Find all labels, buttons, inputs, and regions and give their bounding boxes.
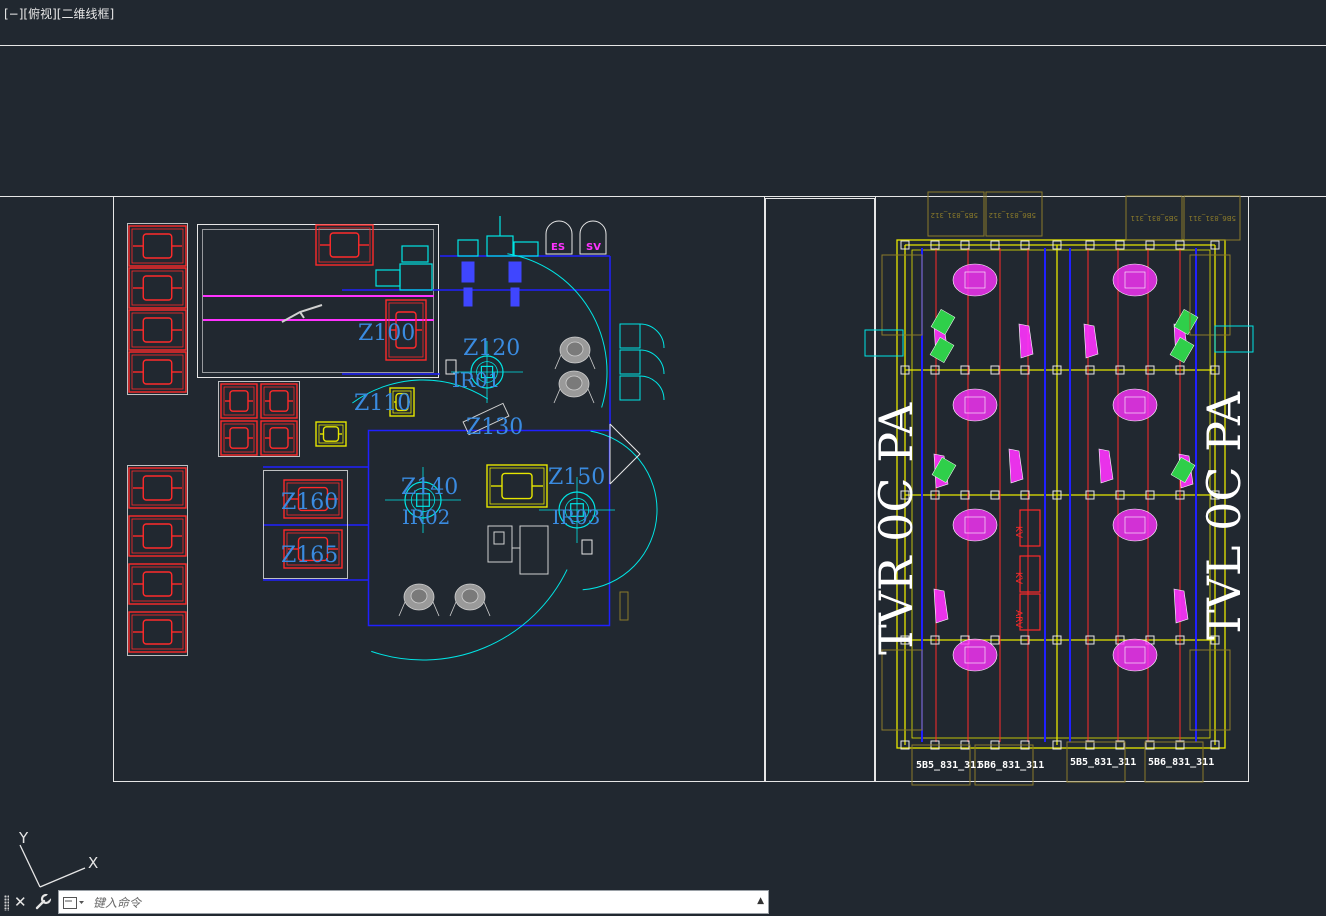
station-top-label: 5B5_831_311	[1131, 214, 1178, 222]
station-top-label: 5B6_831_312	[989, 211, 1036, 219]
side-tag-label: KV	[1013, 526, 1023, 539]
fixture-icon	[128, 225, 187, 267]
command-input-box[interactable]: ▲	[58, 890, 769, 914]
drawing-canvas[interactable]: ES SV Z100 Z110 Z120 Z130 Z140 Z150 Z160 Z165 IR01…	[0, 0, 1326, 916]
sensor-icon	[581, 539, 593, 555]
operator-icon	[553, 370, 595, 404]
safety-label-sv: SV	[586, 242, 601, 253]
command-line-bar: ✕ ▲	[0, 889, 770, 916]
conveyor-lines	[263, 255, 611, 627]
fixture-icon	[128, 515, 187, 557]
zone-label-z160: Z160	[281, 490, 338, 515]
station-id-label: 5B6_831_311	[978, 760, 1044, 771]
zone-label-z120: Z120	[463, 336, 520, 361]
servo-drive-icon	[461, 261, 475, 307]
middle-frame	[765, 198, 875, 782]
zone-label-z110: Z110	[354, 391, 411, 416]
fixture-rack	[127, 223, 188, 395]
welding-station-layout: KV KV ARV 5B5_831_312 5B6_831_312 5B5_831_311…	[864, 191, 1254, 786]
station-id-label: 5B5_831_311	[916, 760, 982, 771]
side-cabinets	[864, 325, 1254, 357]
zone-label-z100: Z100	[358, 321, 415, 346]
ucs-y-label: Y	[18, 829, 29, 847]
command-prompt-icon[interactable]	[63, 897, 85, 909]
operator-icon	[398, 583, 440, 617]
fixture-icon	[128, 467, 187, 509]
side-tag-label: KV	[1013, 572, 1023, 585]
fixture-icon	[260, 420, 298, 456]
zone-label-z140: Z140	[401, 475, 458, 500]
grip-handle-icon[interactable]	[4, 895, 9, 911]
station-top-label: 5B5_831_312	[931, 211, 978, 219]
fixture-icon	[486, 464, 548, 508]
fixture-icon	[315, 224, 374, 266]
zone-label-z130: Z130	[466, 415, 523, 440]
fixture-icon	[260, 383, 298, 419]
safety-label-es: ES	[551, 242, 565, 253]
station-id-label: 5B6_831_311	[1148, 757, 1214, 768]
robot-tag-ir02: IR02	[402, 505, 450, 529]
zone-label-z165: Z165	[281, 543, 338, 568]
side-label-tvr: TVR 0C PA	[869, 402, 923, 655]
side-tag-label: ARV	[1013, 610, 1023, 629]
fixture-icon	[128, 309, 187, 351]
control-cabinets	[619, 323, 665, 401]
fixture-icon	[315, 421, 347, 447]
robot-tag-ir03: IR03	[552, 505, 600, 529]
robot-cell-layout: ES SV Z100 Z110 Z120 Z130 Z140 Z150 Z160 Z165 IR01…	[127, 216, 665, 661]
station-top-label: 5B6_831_311	[1189, 214, 1236, 222]
fixture-icon	[128, 267, 187, 309]
operator-icon	[554, 336, 596, 370]
fixture-icon	[128, 351, 187, 393]
enclosure-inner	[202, 229, 434, 373]
robot-reach-arc	[371, 569, 568, 661]
ucs-x-label: X	[88, 854, 98, 872]
command-input[interactable]	[91, 893, 735, 913]
welding-gun-stand	[487, 525, 549, 575]
fixture-icon	[128, 611, 187, 653]
fixture-icon	[220, 420, 258, 456]
side-label-tvl: TVL 0C PA	[1197, 391, 1251, 640]
operator-icon	[449, 583, 491, 617]
zone-label-z150: Z150	[548, 465, 605, 490]
ucs-icon: Y X	[18, 829, 98, 888]
robot-tag-ir01: IR01	[452, 368, 500, 392]
wrench-icon[interactable]	[34, 893, 52, 911]
robot-reach-arc	[507, 253, 608, 408]
marker-icon	[619, 591, 629, 621]
fixture-icon	[220, 383, 258, 419]
fixture-icon	[128, 563, 187, 605]
fixture-rack	[127, 465, 188, 656]
clamp-fixtures	[933, 263, 1194, 672]
station-frame	[875, 196, 1249, 782]
station-id-label: 5B5_831_311	[1070, 757, 1136, 768]
close-icon[interactable]: ✕	[14, 893, 27, 911]
history-up-icon[interactable]: ▲	[757, 896, 764, 906]
servo-drive-icon	[508, 261, 522, 307]
